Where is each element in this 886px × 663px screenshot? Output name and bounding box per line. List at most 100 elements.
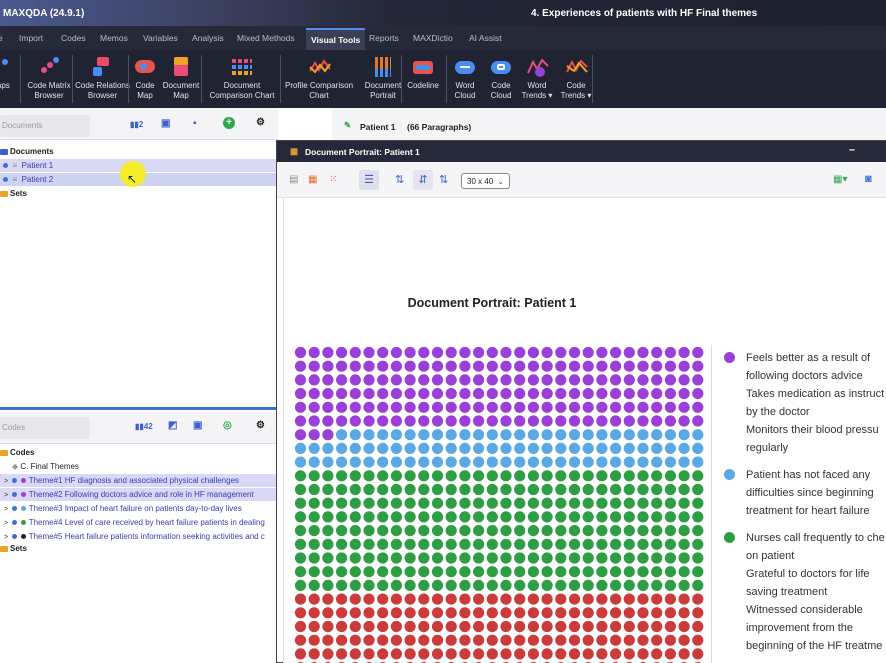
code-category-final-themes[interactable]: ◆ C. Final Themes (0, 460, 276, 473)
portrait-cell (555, 620, 567, 633)
code-theme-3[interactable]: > Theme#3 Impact of heart failure on pat… (0, 502, 276, 515)
ribbon-code-matrix-browser-button[interactable]: Code Matrix Browser (25, 50, 73, 108)
ribbon-code-relations-browser-button[interactable]: Code Relations Browser (75, 50, 130, 108)
code-theme-2[interactable]: > Theme#2 Following doctors advice and r… (0, 488, 276, 501)
sort-ascending-icon[interactable]: ⇅ (395, 173, 404, 186)
portrait-cell (610, 497, 622, 509)
menu-item-reports[interactable]: Reports (369, 33, 399, 43)
import-document-icon[interactable]: ▣ (161, 118, 170, 129)
portrait-cell (486, 511, 498, 523)
ribbon-code-trends-button[interactable]: Code Trends ▾ (560, 50, 592, 108)
menu-item-mixed-methods[interactable]: Mixed Methods (237, 33, 295, 43)
legend-line: treatment for heart failure (746, 505, 870, 517)
menu-item-memos[interactable]: Memos (100, 33, 128, 43)
gear-icon[interactable]: ⚙ (256, 117, 265, 128)
sort-descending-icon[interactable]: ⇅ (439, 173, 448, 186)
activate-codes-icon[interactable]: ◎ (223, 420, 232, 431)
portrait-cell (500, 566, 512, 578)
codes-tree-root[interactable]: Codes (0, 446, 276, 459)
camera-icon[interactable]: ◙ (865, 173, 872, 185)
codes-search-input[interactable]: Codes (0, 417, 90, 439)
menu-item-visual-tools[interactable]: Visual Tools (306, 28, 366, 50)
portrait-cell (541, 429, 553, 441)
portrait-cell (404, 538, 416, 550)
ribbon-word-cloud-button[interactable]: Word Cloud (450, 50, 480, 108)
ribbon-maps-button[interactable]: Maps (0, 50, 20, 108)
list-view-icon[interactable]: ☰ (359, 170, 379, 190)
portrait-cell (322, 511, 334, 523)
portrait-cell (623, 538, 635, 550)
menu-item-ai-assist[interactable]: AI Assist (469, 33, 502, 43)
portrait-cell (610, 346, 622, 359)
portrait-cell (692, 429, 704, 441)
document-sets[interactable]: Sets (0, 187, 276, 200)
add-icon[interactable]: + (223, 117, 235, 129)
portrait-cell (692, 497, 704, 509)
portrait-cell (336, 401, 348, 413)
portrait-cell (555, 566, 567, 578)
code-colors-icon[interactable]: ▦▾ (833, 174, 847, 185)
menu-item-variables[interactable]: Variables (143, 33, 178, 43)
code-memo-icon[interactable]: ▣ (193, 420, 202, 431)
portrait-cell (623, 456, 635, 468)
portrait-cell (651, 483, 663, 496)
ribbon-document-portrait-button[interactable]: Document Portrait (362, 50, 404, 108)
ribbon-codeline-button[interactable]: Codeline (404, 50, 442, 108)
legend-line: following doctors advice (746, 370, 863, 382)
code-sets[interactable]: Sets (0, 542, 276, 555)
portrait-cell (596, 483, 608, 496)
new-code-icon[interactable]: ◩ (168, 420, 177, 431)
ribbon-code-cloud-button[interactable]: Code Cloud (486, 50, 516, 108)
portrait-cell (390, 470, 402, 482)
new-document-icon[interactable]: ▪ (193, 118, 197, 129)
portrait-cell (377, 374, 389, 386)
ribbon-code-map-button[interactable]: Code Map (133, 50, 157, 108)
code-theme-4[interactable]: > Theme#4 Level of care received by hear… (0, 516, 276, 529)
grid-view-icon[interactable]: ⁙ (329, 174, 337, 185)
portrait-cell (473, 634, 485, 646)
portrait-cell (514, 538, 526, 550)
portrait-cell (390, 511, 402, 523)
gear-icon[interactable]: ⚙ (256, 420, 265, 431)
menu-item-codes[interactable]: Codes (61, 33, 86, 43)
portrait-cell (527, 388, 539, 400)
menu-item-analysis[interactable]: Analysis (192, 33, 224, 43)
edit-document-icon[interactable]: ✎ (344, 120, 351, 131)
grid-size-select[interactable]: 30 x 40 ⌄ (461, 173, 510, 189)
portrait-cell (541, 346, 553, 359)
panel-splitter[interactable] (0, 407, 278, 410)
ribbon-document-map-button[interactable]: Document Map (160, 50, 202, 108)
documents-search-input[interactable]: Documents (0, 115, 90, 137)
portrait-cell (541, 415, 553, 427)
portrait-cell (308, 538, 320, 550)
portrait-cell (459, 483, 471, 496)
color-order-icon[interactable]: ▦ (308, 174, 317, 185)
portrait-cell (582, 566, 594, 578)
portrait-cell (336, 415, 348, 427)
ribbon-document-comparison-chart-button[interactable]: Document Comparison Chart (206, 50, 278, 108)
sort-by-code-icon[interactable]: ⇵ (413, 170, 433, 190)
codes-count-icon[interactable]: ▮▮42 (135, 422, 153, 431)
legend-line: difficulties since beginning (746, 487, 874, 499)
export-icon[interactable]: ▤ (289, 174, 298, 185)
portrait-cell (459, 360, 471, 372)
portrait-cell (582, 538, 594, 550)
minimize-button[interactable]: – (849, 144, 855, 156)
documents-tree-root[interactable]: Documents (0, 145, 276, 158)
menu-item-import[interactable]: Import (19, 33, 43, 43)
documents-count-icon[interactable]: ▮▮2 (130, 120, 143, 129)
menu-item-maxdictio[interactable]: MAXDictio (413, 33, 453, 43)
ribbon-profile-comparison-chart-button[interactable]: Profile Comparison Chart (282, 50, 356, 108)
portrait-cell (596, 607, 608, 619)
ribbon-word-trends-button[interactable]: Word Trends ▾ (520, 50, 554, 108)
portrait-cell (582, 620, 594, 633)
portrait-cell (527, 579, 539, 591)
portrait-cell (377, 511, 389, 523)
profile-comparison-chart-icon (309, 57, 331, 77)
code-theme-1[interactable]: > Theme#1 HF diagnosis and associated ph… (0, 474, 276, 487)
portrait-cell (623, 607, 635, 619)
menu-item-home[interactable]: e (0, 33, 3, 43)
portrait-cell (308, 579, 320, 591)
portrait-cell (500, 648, 512, 660)
code-activation-icon (12, 534, 17, 540)
